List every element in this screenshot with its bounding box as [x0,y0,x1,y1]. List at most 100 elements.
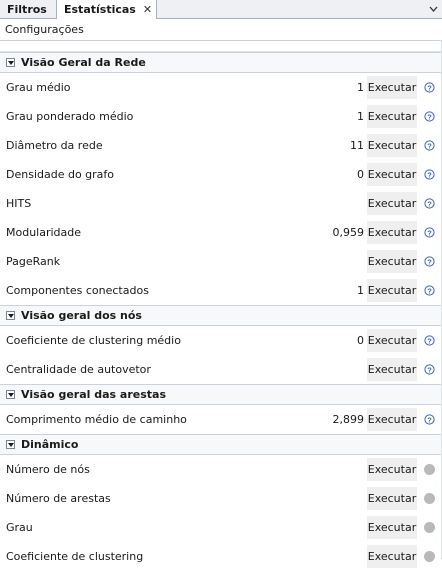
statistic-value: 0 [357,334,364,347]
tab-label: Estatísticas [64,3,136,16]
svg-text:?: ? [427,415,432,424]
statistic-label: Grau médio [6,81,71,94]
run-button[interactable]: Executar [367,458,417,481]
svg-text:?: ? [427,141,432,150]
statistic-value: 2,899 [332,413,365,426]
section-header[interactable]: Visão geral das arestas [0,384,442,405]
svg-text:?: ? [427,199,432,208]
svg-text:?: ? [427,112,432,121]
help-icon[interactable]: ? [424,82,435,93]
collapse-toggle-icon[interactable] [6,311,15,320]
statistic-row: Modularidade 0,959 Executar? [0,218,442,247]
section-title: Visão geral dos nós [21,309,142,322]
tab-filtros[interactable]: Filtros [0,0,57,18]
statistic-row: Grau ponderado médio 1 Executar? [0,102,442,131]
statistic-row: Número de nós Executar [0,455,442,484]
statistic-label: Número de arestas [6,492,111,505]
help-icon[interactable]: ? [424,364,435,375]
statistic-row: Grau Executar [0,513,442,542]
svg-text:?: ? [427,170,432,179]
statistic-label: Centralidade de autovetor [6,363,151,376]
statistic-row: PageRank Executar? [0,247,442,276]
help-icon[interactable]: ? [424,285,435,296]
svg-text:?: ? [427,228,432,237]
run-button[interactable]: Executar [367,105,417,128]
statistic-label: HITS [6,197,32,210]
svg-text:?: ? [427,83,432,92]
run-button[interactable]: Executar [367,250,417,273]
statistic-label: Coeficiente de clustering médio [6,334,181,347]
help-icon[interactable]: ? [424,111,435,122]
help-icon[interactable]: ? [424,227,435,238]
help-icon[interactable]: ? [424,198,435,209]
svg-text:?: ? [427,286,432,295]
statistic-row: Diâmetro da rede 11 Executar? [0,131,442,160]
statistic-row: HITS Executar? [0,189,442,218]
chevron-down-icon[interactable] [428,2,438,16]
section-header[interactable]: Visão geral dos nós [0,305,442,326]
help-icon[interactable]: ? [424,169,435,180]
run-button[interactable]: Executar [367,134,417,157]
run-button[interactable]: Executar [367,221,417,244]
toolbar: Configurações [0,19,442,41]
collapse-toggle-icon[interactable] [6,440,15,449]
help-icon[interactable]: ? [424,335,435,346]
help-icon[interactable]: ? [424,256,435,267]
run-button[interactable]: Executar [367,487,417,510]
statistic-row: Componentes conectados 1 Executar? [0,276,442,305]
collapse-toggle-icon[interactable] [6,58,15,67]
statistic-label: Coeficiente de clustering [6,550,144,563]
help-icon[interactable]: ? [424,414,435,425]
statistics-panel: Visão Geral da Rede Grau médio 1 Executar? G… [0,52,442,571]
run-button[interactable]: Executar [367,163,417,186]
statistic-row: Densidade do grafo 0 Executar? [0,160,442,189]
statistic-label: Densidade do grafo [6,168,115,181]
run-button[interactable]: Executar [367,516,417,539]
run-button[interactable]: Executar [367,329,417,352]
statistic-label: Modularidade [6,226,82,239]
statistic-label: Diâmetro da rede [6,139,103,152]
svg-text:?: ? [427,257,432,266]
section-title: Visão Geral da Rede [21,56,146,69]
help-icon[interactable]: ? [424,140,435,151]
statistic-label: Grau ponderado médio [6,110,134,123]
statistic-row: Centralidade de autovetor Executar? [0,355,442,384]
statistic-label: Grau [6,521,33,534]
statistic-value: 11 [350,139,364,152]
status-dot-icon [424,464,435,475]
run-button[interactable]: Executar [367,192,417,215]
run-button[interactable]: Executar [367,279,417,302]
statistic-value: 1 [357,81,364,94]
section-title: Dinâmico [21,438,79,451]
statistic-label: Comprimento médio de caminho [6,413,187,426]
section-header[interactable]: Visão Geral da Rede [0,52,442,73]
section-title: Visão geral das arestas [21,388,166,401]
statistic-row: Coeficiente de clustering médio 0 Executar… [0,326,442,355]
svg-text:?: ? [427,336,432,345]
statistic-label: Componentes conectados [6,284,149,297]
statistic-row: Coeficiente de clustering Executar [0,542,442,571]
tab-estatisticas[interactable]: Estatísticas ✕ [57,0,158,19]
status-dot-icon [424,493,435,504]
statistic-row: Grau médio 1 Executar? [0,73,442,102]
statistic-label: PageRank [6,255,61,268]
run-button[interactable]: Executar [367,545,417,568]
run-button[interactable]: Executar [367,76,417,99]
status-dot-icon [424,522,435,533]
collapse-toggle-icon[interactable] [6,390,15,399]
statistic-value: 1 [357,110,364,123]
divider [0,41,442,52]
statistic-value: 1 [357,284,364,297]
status-dot-icon [424,551,435,562]
svg-text:?: ? [427,365,432,374]
tab-bar: Filtros Estatísticas ✕ [0,0,442,19]
run-button[interactable]: Executar [367,408,417,431]
close-icon[interactable]: ✕ [143,3,152,16]
configurations-button[interactable]: Configurações [5,23,84,36]
statistic-value: 0,959 [332,226,365,239]
tab-label: Filtros [7,2,47,16]
statistic-label: Número de nós [6,463,90,476]
statistic-row: Comprimento médio de caminho 2,899 Executa… [0,405,442,434]
run-button[interactable]: Executar [367,358,417,381]
section-header[interactable]: Dinâmico [0,434,442,455]
